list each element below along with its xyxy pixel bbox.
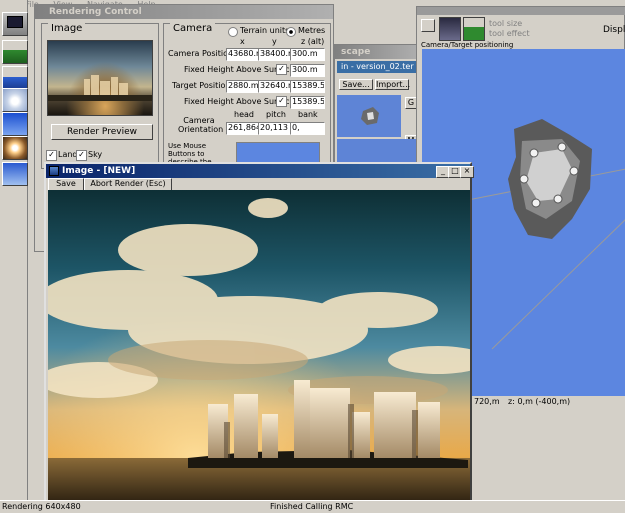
tool-effect-label: tool effect xyxy=(489,29,530,38)
tool-size-label: tool size xyxy=(489,19,523,28)
image-window: Image - [NEW] _ □ × Save Abort Render (E… xyxy=(44,162,474,506)
sky-checkbox-label: Sky xyxy=(88,150,103,159)
land-checkbox-label: Land xyxy=(58,150,78,159)
status-bar: Rendering 640x480 Finished Calling RMC xyxy=(0,500,625,512)
metres-radio[interactable] xyxy=(286,27,296,37)
status-left-text: Rendering 640x480 xyxy=(2,502,81,511)
ct-tool-button[interactable] xyxy=(421,19,435,32)
image-window-title-text: Image - [NEW] xyxy=(62,166,136,176)
terrain-units-label: Terrain units xyxy=(240,26,290,35)
sky-checkbox[interactable]: ✓ xyxy=(76,150,87,161)
left-toolbar xyxy=(0,0,28,512)
rendering-control-title[interactable]: Rendering Control xyxy=(35,5,333,19)
target-y-field[interactable]: 32640.m xyxy=(258,80,292,93)
camera-z-field[interactable]: 300.m xyxy=(290,48,325,61)
cloud-tool-icon[interactable] xyxy=(2,88,28,112)
atmosphere-tool-icon[interactable] xyxy=(2,112,28,136)
camera-group-label: Camera xyxy=(170,23,216,34)
camera-view-icon[interactable] xyxy=(439,17,461,41)
status-right-text: Finished Calling RMC xyxy=(270,502,354,511)
landscape-file-name: in - version_02.ter xyxy=(337,61,419,73)
image-toolbar: Save Abort Render (Esc) xyxy=(46,178,470,191)
image-group: Image Render Preview ✓ Land ✓ Sky xyxy=(41,23,159,169)
rendered-image xyxy=(48,190,470,504)
camera-target-title-bar[interactable] xyxy=(417,7,625,15)
target-position-label: Target Position xyxy=(172,81,231,90)
metres-label: Metres xyxy=(298,26,326,35)
camera-target-positioning-label: Camera/Target positioning xyxy=(421,41,514,49)
landscape-preview-map[interactable] xyxy=(337,95,401,137)
terrain-tool-icon[interactable] xyxy=(2,40,28,64)
image-group-label: Image xyxy=(48,23,86,34)
col-head-label: head xyxy=(234,110,254,119)
fixed-height-camera-checkbox[interactable]: ✓ xyxy=(276,64,287,75)
render-control-tool-icon[interactable] xyxy=(2,12,28,36)
water-tool-icon[interactable] xyxy=(2,66,28,90)
image-window-app-icon xyxy=(49,166,59,176)
col-pitch-label: pitch xyxy=(266,110,286,119)
render-preview-button[interactable]: Render Preview xyxy=(51,124,153,140)
fixed-height-camera-field[interactable]: 300.m xyxy=(290,64,325,77)
map-coords-text: 720,m xyxy=(474,397,500,406)
target-z-field[interactable]: 15389.5 xyxy=(290,80,325,93)
fixed-height-target-checkbox[interactable]: ✓ xyxy=(276,96,287,107)
col-x-label: x xyxy=(240,37,245,46)
camera-group: Camera Terrain units Metres x y z (alt) … xyxy=(163,23,331,174)
camera-orientation-label: Camera Orientation xyxy=(178,116,224,134)
camera-position-label: Camera Position xyxy=(168,49,234,58)
image-window-title[interactable]: Image - [NEW] xyxy=(46,164,470,178)
landscape-title[interactable]: scape xyxy=(335,45,421,59)
orientation-head-field[interactable]: 261,864 xyxy=(226,122,260,135)
fixed-height-target-field[interactable]: 15389.5 xyxy=(290,96,325,109)
landscape-import-button[interactable]: Import... xyxy=(375,79,410,90)
close-button[interactable]: × xyxy=(460,166,474,178)
render-preview-thumbnail xyxy=(47,40,153,116)
lighting-tool-icon[interactable] xyxy=(2,162,28,186)
landscape-window: scape in - version_02.ter Save... Import… xyxy=(334,44,421,213)
col-z-label: z (alt) xyxy=(301,37,325,46)
col-bank-label: bank xyxy=(298,110,318,119)
landscape-save-button[interactable]: Save... xyxy=(339,79,373,90)
terrain-units-radio[interactable] xyxy=(228,27,238,37)
land-checkbox[interactable]: ✓ xyxy=(46,150,57,161)
camera-y-field[interactable]: 38400.m xyxy=(258,48,292,61)
sun-tool-icon[interactable] xyxy=(2,136,28,160)
terrain-view-icon[interactable] xyxy=(463,17,485,41)
target-x-field[interactable]: 2880.m xyxy=(226,80,260,93)
orientation-bank-field[interactable]: 0, xyxy=(290,122,325,135)
map-z-text: z: 0,m (-400,m) xyxy=(508,397,571,406)
orientation-pitch-field[interactable]: 20,113 xyxy=(258,122,292,135)
col-y-label: y xyxy=(272,37,277,46)
camera-x-field[interactable]: 43680.m xyxy=(226,48,260,61)
display-label: Display xyxy=(603,25,625,35)
